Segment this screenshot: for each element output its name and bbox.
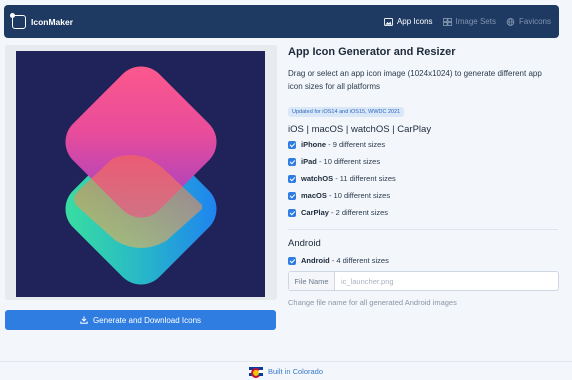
app-logo-icon — [10, 12, 26, 29]
apple-platforms-heading: iOS | macOS | watchOS | CarPlay — [288, 124, 432, 135]
grid-icon — [442, 17, 452, 26]
brand-name: IconMaker — [31, 16, 74, 27]
option-watchos[interactable]: watchOS - 11 different sizes — [288, 174, 396, 183]
option-android-detail: - 4 different sizes — [331, 256, 389, 265]
shortcuts-app-icon — [16, 51, 265, 297]
option-android-name: Android — [301, 256, 330, 265]
generate-download-button[interactable]: Generate and Download Icons — [5, 310, 276, 330]
option-ipad-detail: - 10 different sizes — [318, 157, 381, 166]
option-carplay-name: CarPlay — [301, 208, 329, 217]
option-carplay-detail: - 2 different sizes — [331, 208, 389, 217]
option-macos-name: macOS — [301, 191, 327, 200]
option-iphone[interactable]: iPhone - 9 different sizes — [288, 140, 385, 149]
file-name-input[interactable] — [335, 272, 558, 290]
option-ipad-name: iPad — [301, 157, 317, 166]
footer: Built in Colorado — [0, 361, 572, 380]
option-macos[interactable]: macOS - 10 different sizes — [288, 191, 390, 200]
nav-label-image-sets: Image Sets — [455, 17, 496, 26]
image-icon — [383, 17, 393, 26]
file-name-help: Change file name for all generated Andro… — [288, 298, 457, 307]
update-badge: Updated for iOS14 and iOS15, WWDC 2021 — [288, 107, 405, 117]
nav-item-favicons[interactable]: Favicons — [506, 17, 551, 26]
android-heading: Android — [288, 238, 321, 249]
globe-icon — [506, 17, 515, 26]
nav-item-image-sets[interactable]: Image Sets — [442, 17, 496, 26]
nav-menu: App Icons Image Sets Favicons — [383, 17, 551, 26]
nav-item-app-icons[interactable]: App Icons — [383, 17, 433, 26]
option-watchos-name: watchOS — [301, 174, 334, 183]
brand[interactable]: IconMaker — [10, 12, 74, 29]
icon-preview-image — [16, 51, 265, 297]
android-checkbox[interactable] — [288, 256, 296, 265]
carplay-checkbox[interactable] — [288, 208, 296, 217]
page-description: Drag or select an app icon image (1024x1… — [288, 69, 542, 91]
options-panel: App Icon Generator and Resizer — [288, 46, 560, 58]
option-ipad[interactable]: iPad - 10 different sizes — [288, 157, 380, 166]
iphone-checkbox[interactable] — [288, 140, 296, 149]
nav-label-app-icons: App Icons — [396, 17, 433, 26]
file-name-group: File Name — [288, 271, 559, 291]
macos-checkbox[interactable] — [288, 191, 296, 200]
top-navbar: IconMaker App Icons Image Sets Favicons — [4, 5, 559, 38]
option-iphone-detail: - 9 different sizes — [328, 140, 386, 149]
file-name-label: File Name — [289, 272, 335, 290]
download-icon — [80, 316, 88, 324]
option-macos-detail: - 10 different sizes — [328, 191, 391, 200]
nav-label-favicons: Favicons — [518, 17, 551, 26]
footer-text[interactable]: Built in Colorado — [268, 367, 323, 376]
option-iphone-name: iPhone — [301, 140, 327, 149]
watchos-checkbox[interactable] — [288, 174, 296, 183]
ipad-checkbox[interactable] — [288, 157, 296, 166]
colorado-flag-icon — [248, 366, 263, 378]
option-carplay[interactable]: CarPlay - 2 different sizes — [288, 208, 388, 217]
section-divider — [288, 229, 558, 230]
option-android[interactable]: Android - 4 different sizes — [288, 256, 389, 265]
page-title: App Icon Generator and Resizer — [288, 46, 456, 58]
option-watchos-detail: - 11 different sizes — [335, 174, 396, 183]
generate-button-label: Generate and Download Icons — [92, 315, 202, 325]
